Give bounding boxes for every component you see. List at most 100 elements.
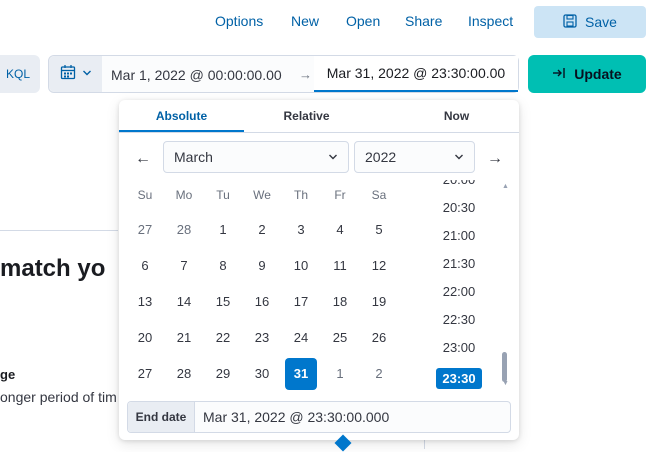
kql-label: KQL xyxy=(5,67,30,81)
time-option-label: 20:30 xyxy=(442,200,476,215)
chevron-down-icon xyxy=(454,142,464,172)
tab-now[interactable]: Now xyxy=(394,100,519,132)
calendar-day[interactable]: 28 xyxy=(168,358,200,390)
calendar-day[interactable]: 30 xyxy=(246,358,278,390)
calendar-day[interactable]: 27 xyxy=(129,214,161,246)
calendar-day[interactable]: 16 xyxy=(246,286,278,318)
weekday-label: Su xyxy=(137,188,153,202)
refresh-icon xyxy=(552,66,566,82)
calendar-day[interactable]: 3 xyxy=(285,214,317,246)
calendar-day[interactable]: 8 xyxy=(207,250,239,282)
time-option[interactable]: 22:30 xyxy=(407,312,511,327)
time-option-label: 20:00 xyxy=(443,180,476,187)
tab-relative[interactable]: Relative xyxy=(244,100,369,132)
month-value: March xyxy=(174,149,213,165)
inspect-link[interactable]: Inspect xyxy=(468,13,513,29)
scroll-down-icon[interactable]: ▼ xyxy=(502,380,509,387)
calendar-day[interactable]: 13 xyxy=(129,286,161,318)
date-popover: Absolute Relative Now ← March 2022 → Su M… xyxy=(119,100,519,440)
calendar-day[interactable]: 9 xyxy=(246,250,278,282)
calendar-day[interactable]: 27 xyxy=(129,358,161,390)
calendar-day[interactable]: 12 xyxy=(363,250,395,282)
calendar-day[interactable]: 6 xyxy=(129,250,161,282)
weekday-label: Mo xyxy=(175,188,193,202)
calendar-day[interactable]: 31 xyxy=(285,358,317,390)
calendar-day[interactable]: 15 xyxy=(207,286,239,318)
calendar-day[interactable]: 23 xyxy=(246,322,278,354)
time-option-label: 23:00 xyxy=(442,340,476,355)
time-option-label: 21:00 xyxy=(442,228,476,243)
end-date-input[interactable]: Mar 31, 2022 @ 23:30:00.000 xyxy=(203,402,389,432)
time-option[interactable]: 22:00 xyxy=(407,284,511,299)
year-value: 2022 xyxy=(365,149,397,165)
calendar-day[interactable]: 7 xyxy=(168,250,200,282)
time-scrollbar[interactable] xyxy=(502,352,507,382)
calendar-day[interactable]: 2 xyxy=(246,214,278,246)
section-heading: ge xyxy=(0,367,16,382)
tab-list: Absolute Relative Now xyxy=(119,100,519,133)
calendar-day[interactable]: 1 xyxy=(207,214,239,246)
quick-menu-button[interactable] xyxy=(49,56,102,92)
start-date-button[interactable]: Mar 1, 2022 @ 00:00:00.00 xyxy=(111,67,282,83)
calendar-day[interactable]: 25 xyxy=(324,322,356,354)
end-date-field: End date Mar 31, 2022 @ 23:30:00.000 xyxy=(127,401,511,433)
update-button[interactable]: Update xyxy=(528,55,646,93)
chevron-down-icon xyxy=(82,65,92,83)
time-option[interactable]: 20:30 xyxy=(407,200,511,215)
calendar-day[interactable]: 26 xyxy=(363,322,395,354)
save-button[interactable]: Save xyxy=(534,6,646,38)
calendar-day[interactable]: 10 xyxy=(285,250,317,282)
options-link[interactable]: Options xyxy=(215,13,263,29)
next-month-arrow-icon[interactable]: → xyxy=(487,150,503,168)
update-label: Update xyxy=(574,66,622,82)
scroll-up-icon[interactable]: ▲ xyxy=(502,183,509,190)
time-list[interactable]: 20:00 20:30 21:00 21:30 22:00 22:30 23:00 23:30 xyxy=(407,180,511,392)
calendar-day[interactable]: 14 xyxy=(168,286,200,318)
calendar-day[interactable]: 17 xyxy=(285,286,317,318)
chevron-down-icon xyxy=(328,142,338,172)
calendar-day[interactable]: 22 xyxy=(207,322,239,354)
calendar-day[interactable]: 2 xyxy=(363,358,395,390)
time-option-label: 21:30 xyxy=(442,256,476,271)
calendar-icon xyxy=(60,64,76,85)
time-option[interactable]: 21:00 xyxy=(407,228,511,243)
body-text: onger period of tim xyxy=(0,389,117,405)
calendar-day[interactable]: 1 xyxy=(324,358,356,390)
calendar-day[interactable]: 29 xyxy=(207,358,239,390)
calendar-day[interactable]: 19 xyxy=(363,286,395,318)
time-option-label: 23:30 xyxy=(436,368,482,389)
end-date-button[interactable]: Mar 31, 2022 @ 23:30:00.00 xyxy=(314,56,518,92)
weekday-label: Th xyxy=(293,188,308,202)
weekday-label: Tu xyxy=(216,188,230,202)
calendar-day[interactable]: 24 xyxy=(285,322,317,354)
time-option-label: 22:00 xyxy=(442,284,476,299)
time-option[interactable]: 21:30 xyxy=(407,256,511,271)
time-option[interactable]: 20:00 xyxy=(407,180,511,187)
calendar-day[interactable]: 20 xyxy=(129,322,161,354)
date-range-picker: Mar 1, 2022 @ 00:00:00.00 → Mar 31, 2022… xyxy=(48,55,519,93)
time-option[interactable]: 23:30 xyxy=(407,368,511,389)
weekday-label: Sa xyxy=(371,188,387,202)
divider xyxy=(424,440,425,449)
open-link[interactable]: Open xyxy=(346,13,380,29)
month-select[interactable]: March xyxy=(163,141,349,173)
share-link[interactable]: Share xyxy=(405,13,442,29)
calendar-day[interactable]: 21 xyxy=(168,322,200,354)
new-link[interactable]: New xyxy=(291,13,319,29)
end-date-label: End date xyxy=(128,402,195,432)
calendar-day[interactable]: 28 xyxy=(168,214,200,246)
top-nav: Options New Open Share Inspect Save xyxy=(0,0,654,44)
calendar-day[interactable]: 11 xyxy=(324,250,356,282)
weekday-label: We xyxy=(253,188,271,202)
kql-toggle[interactable]: KQL xyxy=(0,55,40,93)
time-option[interactable]: 23:00 xyxy=(407,340,511,355)
calendar-day[interactable]: 5 xyxy=(363,214,395,246)
calendar-day[interactable]: 18 xyxy=(324,286,356,318)
divider xyxy=(0,230,118,231)
previous-month-arrow-icon[interactable]: ← xyxy=(135,150,151,168)
calendar-day[interactable]: 4 xyxy=(324,214,356,246)
year-select[interactable]: 2022 xyxy=(354,141,475,173)
end-date-text: Mar 31, 2022 @ 23:30:00.00 xyxy=(326,65,506,81)
tab-absolute[interactable]: Absolute xyxy=(119,100,244,132)
time-option-label: 22:30 xyxy=(442,312,476,327)
